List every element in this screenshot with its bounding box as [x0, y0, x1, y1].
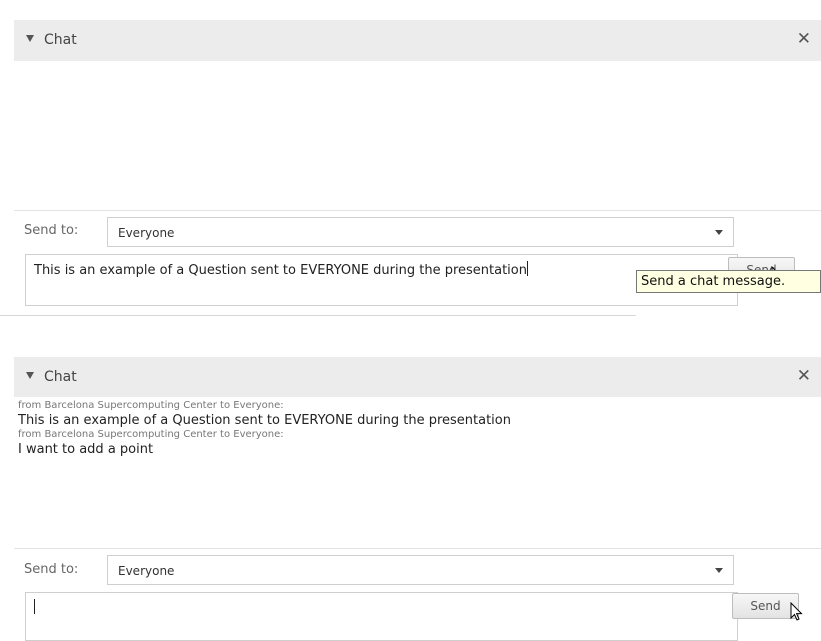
send-tooltip: Send a chat message. — [636, 270, 821, 293]
recipient-value: Everyone — [118, 226, 175, 240]
message-input[interactable]: This is an example of a Question sent to… — [25, 254, 738, 306]
message-list: from Barcelona Supercomputing Center to … — [18, 400, 808, 458]
chat-panel-bottom: Chat ✕ from Barcelona Supercomputing Cen… — [14, 357, 821, 641]
caret-down-icon — [715, 568, 723, 573]
text-cursor — [34, 599, 35, 614]
message-input[interactable] — [25, 592, 738, 641]
text-cursor — [526, 261, 528, 276]
recipient-value: Everyone — [118, 564, 175, 578]
separator — [14, 210, 821, 211]
close-icon[interactable]: ✕ — [797, 29, 811, 49]
panel-divider — [0, 315, 636, 316]
message-text: I want to add a point — [18, 442, 154, 457]
send-to-label: Send to: — [24, 223, 79, 238]
chat-header[interactable]: Chat ✕ — [14, 20, 821, 61]
message-input-value: This is an example of a Question sent to… — [34, 263, 527, 278]
chat-header[interactable]: Chat ✕ — [14, 357, 821, 397]
message-text: This is an example of a Question sent to… — [18, 413, 511, 428]
send-button[interactable]: Send — [732, 593, 799, 619]
message-item: from Barcelona Supercomputing Center to … — [18, 429, 808, 458]
mouse-pointer-icon — [790, 602, 803, 621]
collapse-triangle-icon[interactable] — [26, 35, 34, 42]
recipient-select[interactable]: Everyone — [107, 217, 734, 247]
message-sender: from Barcelona Supercomputing Center to … — [18, 429, 284, 440]
message-sender: from Barcelona Supercomputing Center to … — [18, 400, 284, 411]
chat-title: Chat — [44, 369, 77, 385]
send-to-label: Send to: — [24, 562, 79, 577]
separator — [14, 548, 821, 549]
chat-title: Chat — [44, 32, 77, 48]
recipient-select[interactable]: Everyone — [107, 555, 734, 585]
close-icon[interactable]: ✕ — [797, 366, 811, 386]
collapse-triangle-icon[interactable] — [26, 372, 34, 379]
caret-down-icon — [715, 230, 723, 235]
message-item: from Barcelona Supercomputing Center to … — [18, 400, 808, 429]
